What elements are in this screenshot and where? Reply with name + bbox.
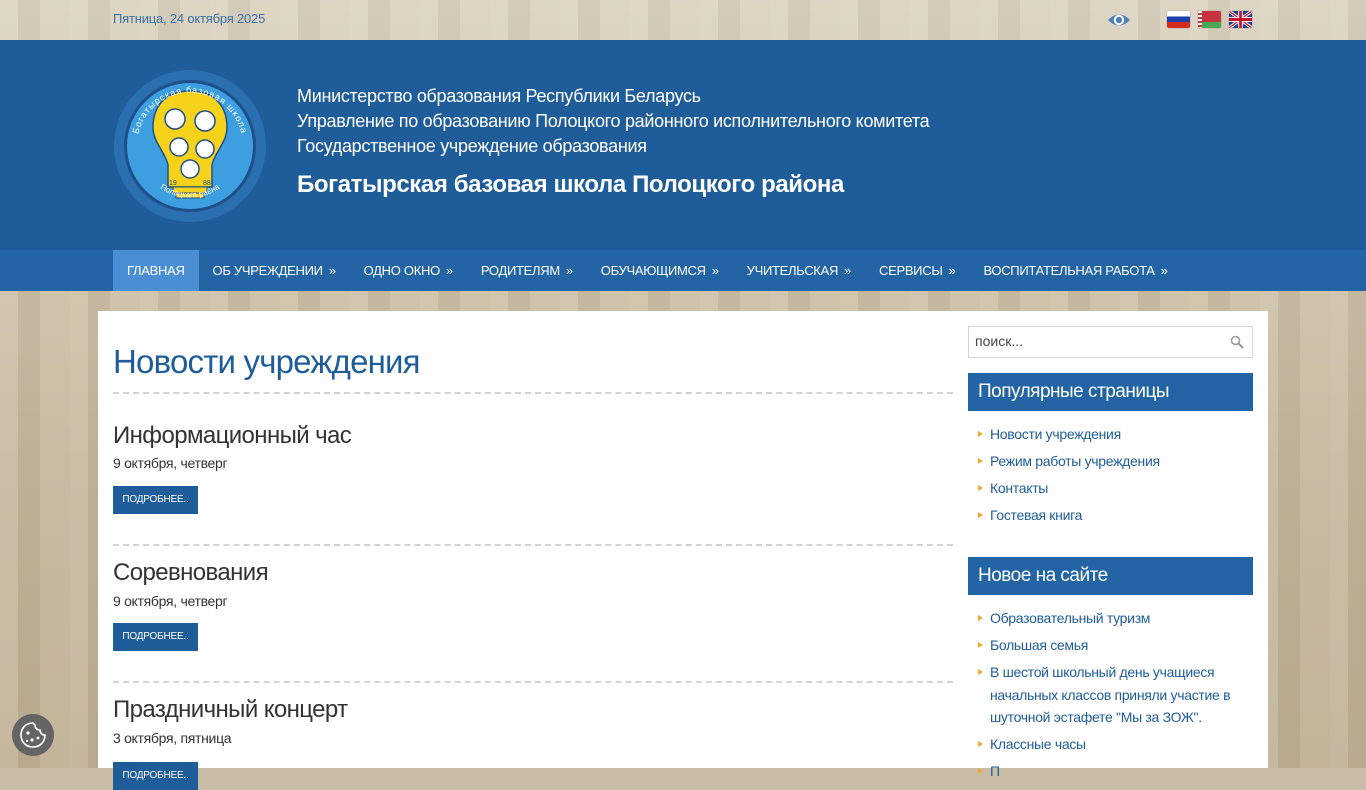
logo-year-right: 88 [203, 180, 211, 187]
header-titles: Министерство образования Республики Бела… [297, 84, 930, 199]
popular-pages-heading: Популярные страницы [968, 373, 1253, 411]
nav-item-about[interactable]: Об учреждении» [199, 250, 350, 291]
news-date: 9 октября, четверг [113, 455, 228, 471]
school-logo[interactable]: 19 88 Богатырская базовая школа Полацкаг… [113, 69, 267, 223]
eye-icon[interactable] [1107, 10, 1131, 30]
read-more-button[interactable]: Подробнее.. [113, 623, 198, 651]
list-item[interactable]: Контакты [968, 477, 1253, 500]
read-more-button[interactable]: Подробнее.. [113, 486, 198, 514]
logo-year-left: 19 [169, 180, 177, 187]
flag-en-icon[interactable] [1229, 11, 1252, 28]
nav-item-upbringing[interactable]: Воспитательная работа» [969, 250, 1181, 291]
site-header: 19 88 Богатырская базовая школа Полацкаг… [0, 40, 1366, 250]
chevron-icon: » [711, 263, 719, 278]
news-date: 9 октября, четверг [113, 593, 228, 609]
page-title: Новости учреждения [113, 343, 421, 380]
list-item[interactable]: П [968, 760, 1253, 783]
nav-item-parents[interactable]: Родителям» [467, 250, 587, 291]
list-item[interactable]: Образовательный туризм [968, 607, 1253, 630]
department-line: Управление по образованию Полоцкого райо… [297, 111, 930, 131]
list-item[interactable]: Классные часы [968, 733, 1253, 756]
chevron-icon: » [844, 263, 851, 278]
school-name[interactable]: Богатырская базовая школа Полоцкого райо… [297, 171, 929, 199]
list-item[interactable]: В шестой школьный день учащиеся начальны… [968, 661, 1253, 729]
search-input[interactable] [969, 327, 1221, 355]
search-box [968, 326, 1253, 358]
ministry-line: Министерство образования Республики Бела… [297, 86, 701, 106]
list-item[interactable]: Большая семья [968, 634, 1253, 657]
read-more-button[interactable]: Подробнее.. [113, 762, 198, 790]
news-date: 3 октября, пятница [113, 730, 232, 746]
news-title[interactable]: Праздничный концерт [113, 696, 348, 724]
flag-ru-icon[interactable] [1167, 11, 1190, 28]
list-item[interactable]: Гостевая книга [968, 504, 1253, 527]
new-on-site-list: Образовательный туризм Большая семья В ш… [968, 607, 1253, 787]
popular-pages-list: Новости учреждения Режим работы учрежден… [968, 423, 1253, 531]
nav-item-home[interactable]: Главная [113, 250, 199, 291]
divider [113, 681, 953, 683]
chevron-icon: » [948, 263, 956, 278]
nav-item-teachers[interactable]: Учительская» [733, 250, 865, 291]
chevron-icon: » [565, 263, 573, 278]
nav-item-students[interactable]: Обучающимся» [587, 250, 733, 291]
new-on-site-heading: Новое на сайте [968, 557, 1253, 595]
divider [113, 392, 953, 394]
news-title[interactable]: Информационный час [113, 422, 352, 450]
search-icon[interactable] [1230, 335, 1244, 349]
chevron-icon: » [445, 263, 453, 278]
chevron-icon: » [328, 263, 336, 278]
nav-item-one-window[interactable]: Одно окно» [350, 250, 467, 291]
news-title[interactable]: Соревнования [113, 559, 269, 587]
flag-by-icon[interactable] [1198, 11, 1221, 28]
divider [113, 544, 953, 546]
cookie-settings-icon[interactable] [12, 714, 54, 756]
content-panel: Новости учреждения Информационный час 9 … [98, 311, 1268, 790]
list-item[interactable]: Новости учреждения [968, 423, 1253, 446]
chevron-icon: » [1160, 263, 1168, 278]
current-date: Пятница, 24 октября 2025 [113, 11, 266, 26]
nav-item-services[interactable]: Сервисы» [865, 250, 969, 291]
list-item[interactable]: Режим работы учреждения [968, 450, 1253, 473]
main-nav: Главная Об учреждении» Одно окно» Родите… [0, 250, 1366, 291]
institution-line: Государственное учреждение образования [297, 136, 647, 156]
top-bar: Пятница, 24 октября 2025 [0, 0, 1366, 40]
